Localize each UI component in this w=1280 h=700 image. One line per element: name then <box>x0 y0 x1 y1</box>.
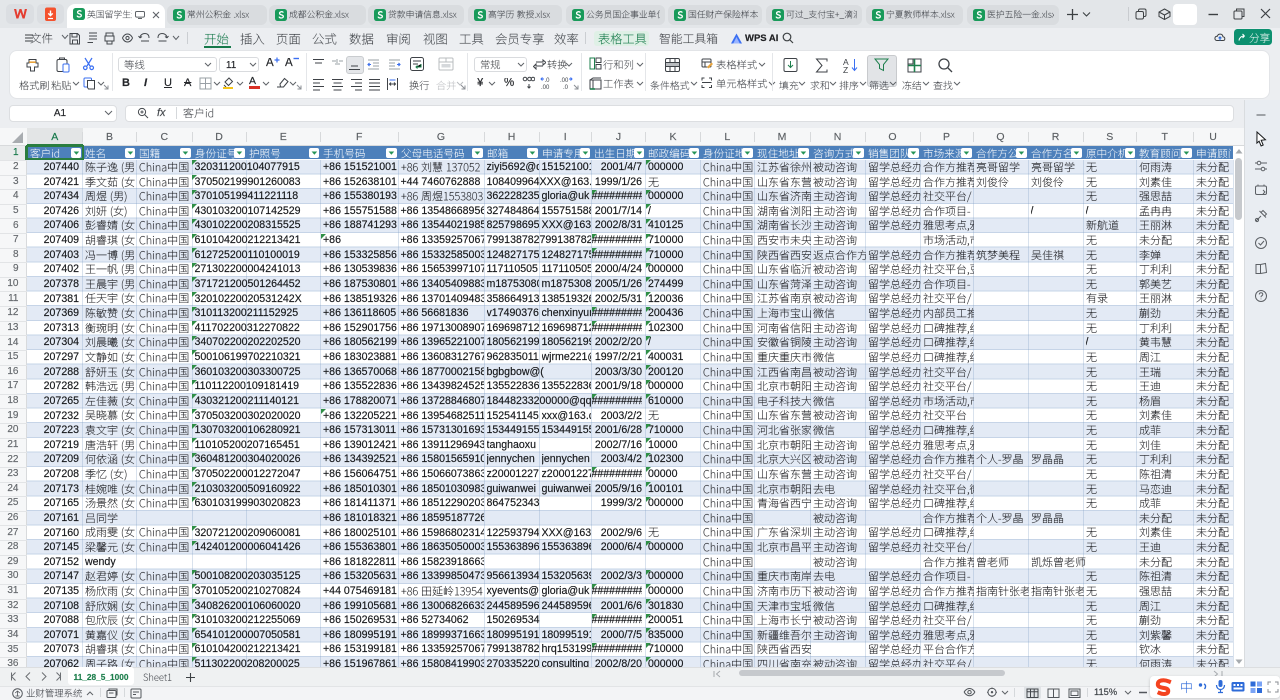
svg-text:Z: Z <box>843 65 848 74</box>
svg-text:.00: .00 <box>560 78 569 84</box>
svg-text:.00: .00 <box>541 85 550 90</box>
svg-text:.0: .0 <box>545 78 551 84</box>
svg-text:.0: .0 <box>563 85 569 90</box>
